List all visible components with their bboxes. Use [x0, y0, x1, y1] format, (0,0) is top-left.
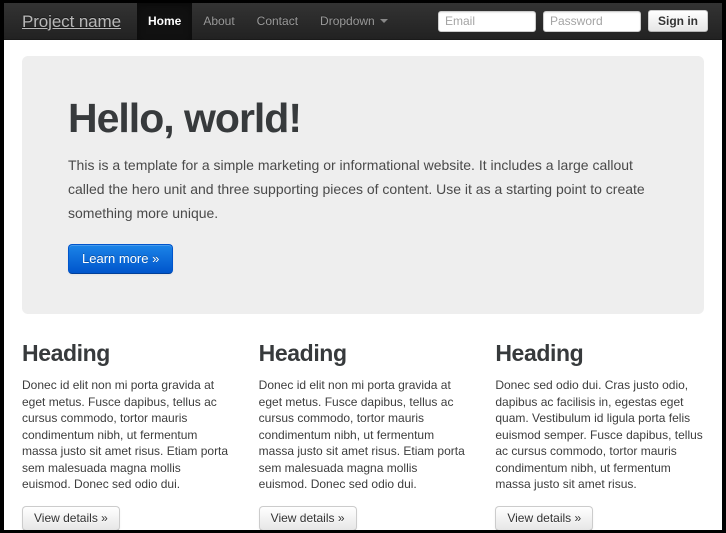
nav-link-home[interactable]: Home: [136, 3, 193, 40]
hero-title: Hello, world!: [68, 95, 302, 141]
nav-item-contact: Contact: [246, 3, 309, 40]
nav-item-dropdown: Dropdown: [309, 3, 399, 40]
primary-nav: Home About Contact Dropdown: [136, 3, 399, 40]
feature-column-1-text: Donec id elit non mi porta gravida at eg…: [22, 378, 229, 491]
nav-link-contact[interactable]: Contact: [246, 3, 309, 40]
password-field[interactable]: [543, 10, 641, 32]
hero-lead-text: This is a template for a simple marketin…: [68, 157, 645, 221]
view-details-button-1[interactable]: View details »: [22, 505, 120, 530]
email-field[interactable]: [438, 10, 536, 32]
view-details-button-2[interactable]: View details »: [258, 505, 357, 530]
learn-more-button[interactable]: Learn more »: [68, 244, 174, 274]
nav-link-about[interactable]: About: [192, 3, 245, 40]
signin-form: Sign in: [438, 10, 708, 32]
nav-link-dropdown[interactable]: Dropdown: [309, 3, 399, 40]
feature-column-2-text: Donec id elit non mi porta gravida at eg…: [258, 378, 465, 491]
top-navbar: Project name Home About Contact Dropdown: [4, 3, 722, 40]
nav-link-contact-label: Contact: [256, 14, 299, 28]
view-details-button-3[interactable]: View details »: [495, 505, 594, 530]
page-frame: Project name Home About Contact Dropdown: [0, 0, 726, 533]
nav-link-dropdown-label: Dropdown: [320, 14, 375, 28]
brand-link[interactable]: Project name: [22, 13, 133, 30]
nav-link-home-label: Home: [147, 14, 182, 28]
chevron-down-icon: [379, 19, 388, 23]
feature-column-2: Heading Donec id elit non mi porta gravi…: [258, 340, 468, 530]
feature-column-1-heading: Heading: [22, 340, 110, 366]
sign-in-button[interactable]: Sign in: [648, 10, 708, 32]
nav-item-home: Home: [136, 3, 193, 40]
feature-column-2-heading: Heading: [258, 340, 347, 366]
feature-column-1: Heading Donec id elit non mi porta gravi…: [22, 340, 231, 530]
nav-link-about-label: About: [203, 14, 235, 28]
nav-item-about: About: [192, 3, 245, 40]
feature-column-3: Heading Donec sed odio dui. Cras justo o…: [495, 340, 704, 530]
page-container: Hello, world! This is a template for a s…: [4, 56, 722, 530]
feature-column-3-text: Donec sed odio dui. Cras justo odio, dap…: [495, 378, 703, 491]
hero-unit: Hello, world! This is a template for a s…: [22, 56, 704, 314]
feature-columns-row: Heading Donec id elit non mi porta gravi…: [22, 340, 704, 530]
feature-column-3-heading: Heading: [495, 340, 584, 366]
